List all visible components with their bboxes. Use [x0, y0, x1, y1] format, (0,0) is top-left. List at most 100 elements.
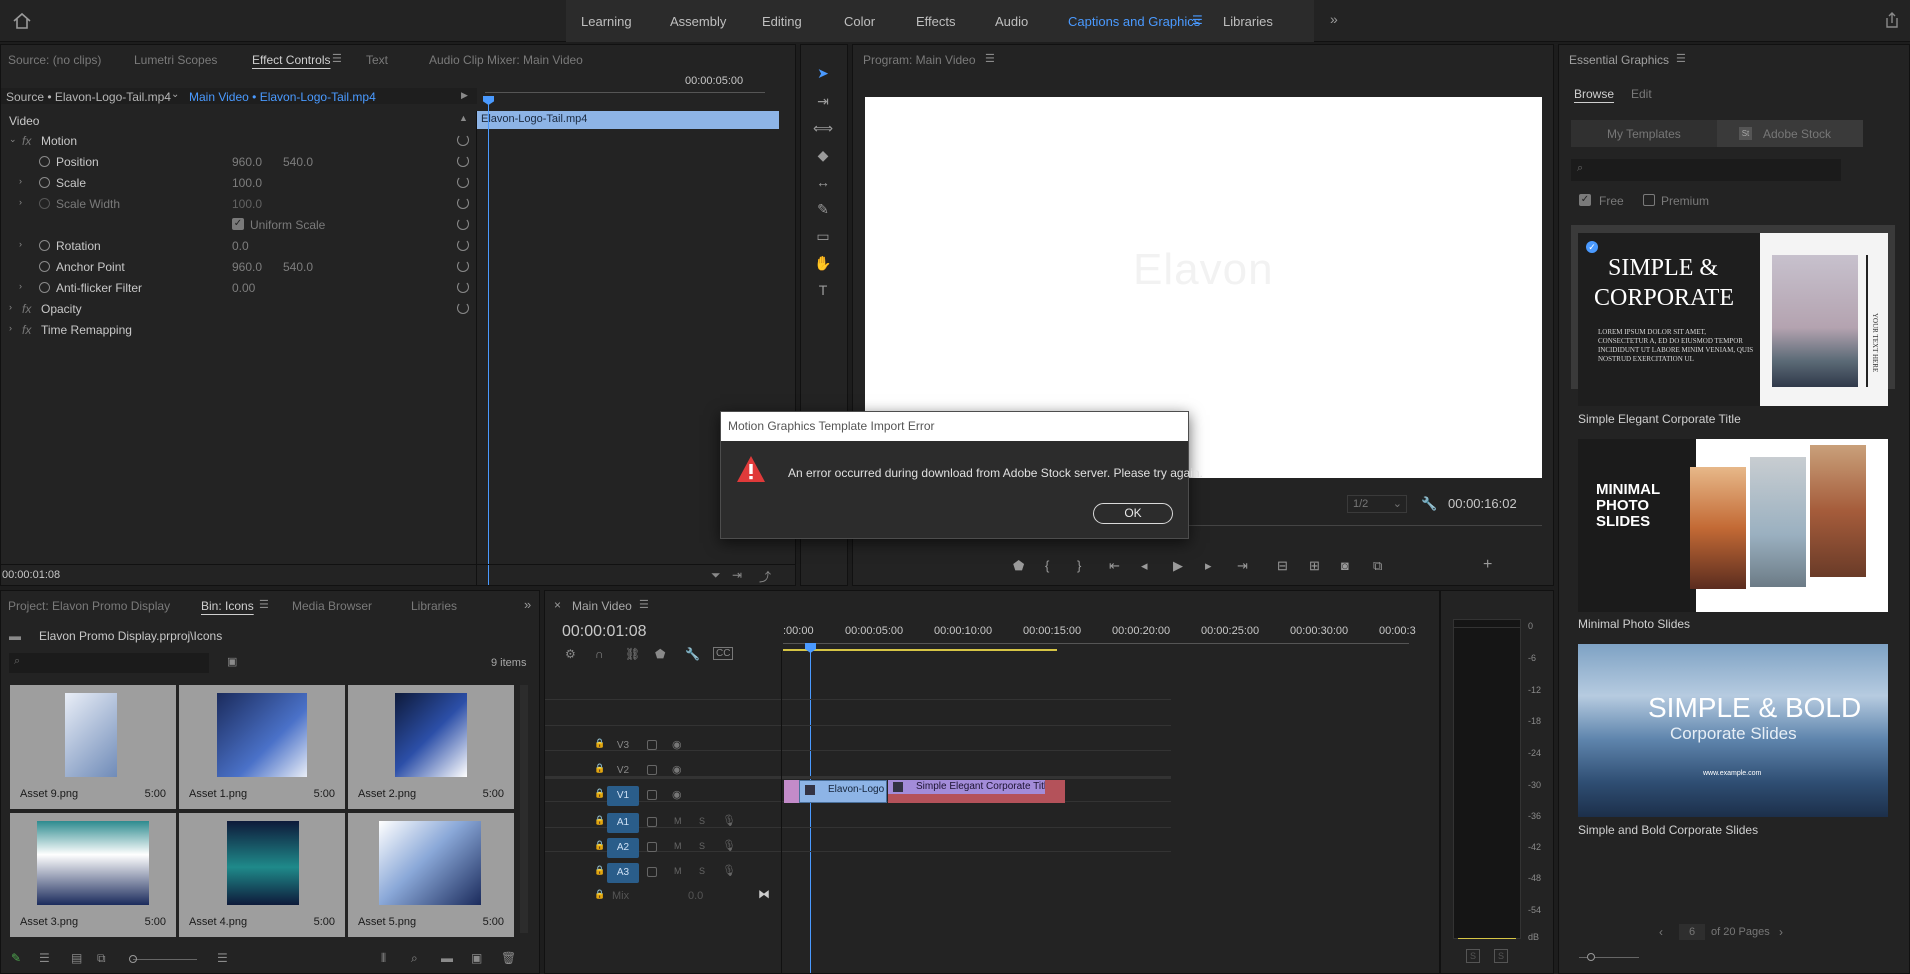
- camera-icon[interactable]: ◙: [1341, 558, 1349, 573]
- stopwatch-icon[interactable]: [39, 261, 50, 272]
- bin-item[interactable]: Asset 9.png 5:00: [10, 685, 176, 809]
- pencil-icon[interactable]: ✎: [11, 951, 21, 965]
- reset-icon[interactable]: [457, 281, 469, 293]
- bin-item[interactable]: Asset 3.png 5:00: [10, 813, 176, 937]
- export-icon[interactable]: ⤴: [759, 568, 771, 585]
- linked-selection-icon[interactable]: ⛓: [625, 647, 640, 661]
- effect-opacity[interactable]: › fx Opacity: [1, 298, 475, 319]
- timeline-ruler[interactable]: :00:00 00:00:05:00 00:00:10:00 00:00:15:…: [783, 625, 1439, 655]
- lock-icon[interactable]: 🔒: [594, 738, 605, 749]
- microphone-icon[interactable]: 🎙: [722, 839, 736, 852]
- zoom-slider-handle[interactable]: [129, 955, 137, 963]
- transition-clip[interactable]: [784, 780, 799, 803]
- new-bin-icon[interactable]: ▬: [441, 951, 453, 965]
- sync-lock-icon[interactable]: [647, 790, 657, 800]
- chevron-down-icon[interactable]: ⌄: [171, 89, 179, 100]
- sync-lock-icon[interactable]: [647, 740, 657, 750]
- stopwatch-icon[interactable]: [39, 198, 50, 209]
- premium-checkbox[interactable]: [1643, 194, 1655, 206]
- track-select-tool-icon[interactable]: ⇥: [812, 90, 834, 112]
- panel-menu-icon[interactable]: ☰: [639, 598, 649, 611]
- mark-in-icon[interactable]: {: [1045, 558, 1049, 573]
- tab-assembly[interactable]: Assembly: [670, 14, 726, 29]
- track-label-a1[interactable]: A1: [607, 813, 639, 833]
- tab-audio-clip-mixer[interactable]: Audio Clip Mixer: Main Video: [429, 53, 583, 67]
- prev-page-icon[interactable]: ‹: [1659, 925, 1663, 939]
- new-item-icon[interactable]: ▣: [471, 951, 482, 965]
- panel-menu-icon[interactable]: ☰: [985, 52, 995, 65]
- lock-icon[interactable]: 🔒: [594, 763, 605, 774]
- ec-clip-bar[interactable]: Elavon-Logo-Tail.mp4: [476, 111, 779, 129]
- mark-out-icon[interactable]: }: [1077, 558, 1081, 573]
- lock-icon[interactable]: 🔒: [594, 788, 605, 799]
- tab-media-browser[interactable]: Media Browser: [292, 599, 372, 613]
- reset-icon[interactable]: [457, 134, 469, 146]
- bin-item[interactable]: Asset 1.png 5:00: [179, 685, 345, 809]
- tab-libraries[interactable]: Libraries: [1223, 14, 1273, 29]
- zoom-select[interactable]: 1/2 ⌄: [1347, 495, 1407, 513]
- anchor-y-value[interactable]: 540.0: [283, 260, 313, 274]
- reset-icon[interactable]: [457, 155, 469, 167]
- captions-icon[interactable]: CC: [713, 647, 734, 660]
- comparison-view-icon[interactable]: ⧉: [1373, 558, 1382, 574]
- ec-playhead-handle[interactable]: [483, 96, 494, 105]
- more-workspaces-icon[interactable]: »: [1330, 11, 1338, 27]
- mute-button[interactable]: M: [674, 841, 682, 851]
- sync-lock-icon[interactable]: [647, 765, 657, 775]
- timeline-playhead[interactable]: [810, 646, 811, 973]
- mute-button[interactable]: M: [674, 816, 682, 826]
- expand-icon[interactable]: ›: [19, 176, 22, 186]
- track-label-v3[interactable]: V3: [607, 736, 639, 756]
- reset-icon[interactable]: [457, 302, 469, 314]
- sequence-clip-label[interactable]: Main Video • Elavon-Logo-Tail.mp4: [189, 90, 376, 104]
- source-clip-label[interactable]: Source • Elavon-Logo-Tail.mp4: [6, 90, 171, 104]
- nest-icon[interactable]: ⚙: [565, 647, 576, 661]
- zoom-slider[interactable]: [133, 959, 197, 960]
- tab-libraries[interactable]: Libraries: [411, 599, 457, 613]
- share-icon[interactable]: [1884, 11, 1900, 29]
- track-label-v1[interactable]: V1: [607, 786, 639, 806]
- stopwatch-icon[interactable]: [39, 240, 50, 251]
- lock-icon[interactable]: 🔒: [594, 815, 605, 826]
- mix-pan-icon[interactable]: ⧓: [758, 887, 770, 901]
- lock-icon[interactable]: 🔒: [594, 865, 605, 876]
- find-icon[interactable]: ⌕: [411, 951, 418, 966]
- tab-lumetri-scopes[interactable]: Lumetri Scopes: [134, 53, 217, 67]
- panel-menu-icon[interactable]: ☰: [332, 52, 342, 65]
- expand-icon[interactable]: ›: [9, 302, 12, 312]
- stopwatch-icon[interactable]: [39, 177, 50, 188]
- mute-button[interactable]: M: [674, 866, 682, 876]
- lift-icon[interactable]: ⊟: [1277, 558, 1288, 574]
- tab-effects[interactable]: Effects: [916, 14, 956, 29]
- play-icon[interactable]: ▶: [1173, 558, 1183, 574]
- collapse-icon[interactable]: ▲: [459, 113, 468, 123]
- step-forward-icon[interactable]: ▸: [1205, 558, 1212, 574]
- lock-icon[interactable]: 🔒: [594, 889, 605, 900]
- expand-icon[interactable]: ⌄: [9, 134, 17, 145]
- free-checkbox[interactable]: ✓: [1579, 194, 1591, 206]
- effect-motion[interactable]: ⌄ fx Motion: [1, 130, 475, 151]
- program-monitor-title[interactable]: Program: Main Video: [863, 53, 976, 67]
- slider-handle[interactable]: [1587, 953, 1595, 961]
- fx-icon[interactable]: fx: [22, 134, 31, 148]
- next-page-icon[interactable]: ›: [1779, 925, 1783, 939]
- bin-search-input[interactable]: ⌕: [9, 653, 209, 673]
- tab-source[interactable]: Source: (no clips): [8, 53, 101, 67]
- solo-button[interactable]: S: [699, 841, 705, 851]
- tab-text[interactable]: Text: [366, 53, 388, 67]
- ripple-edit-tool-icon[interactable]: ⟺: [812, 117, 834, 139]
- tab-editing[interactable]: Editing: [762, 14, 802, 29]
- tab-project[interactable]: Project: Elavon Promo Display: [8, 599, 170, 613]
- ok-button[interactable]: OK: [1093, 503, 1173, 524]
- eye-icon[interactable]: ◉: [672, 763, 682, 776]
- sync-lock-icon[interactable]: [647, 842, 657, 852]
- position-y-value[interactable]: 540.0: [283, 155, 313, 169]
- trash-icon[interactable]: 🗑: [501, 951, 516, 965]
- bin-item[interactable]: Asset 2.png 5:00: [348, 685, 514, 809]
- freeform-view-icon[interactable]: ⧉: [97, 951, 106, 966]
- rotation-value[interactable]: 0.0: [232, 239, 249, 253]
- stopwatch-icon[interactable]: [39, 156, 50, 167]
- snap-icon[interactable]: ∩: [595, 647, 604, 661]
- clip-end-segment[interactable]: [1045, 780, 1065, 794]
- tab-main-video[interactable]: Main Video: [572, 599, 632, 613]
